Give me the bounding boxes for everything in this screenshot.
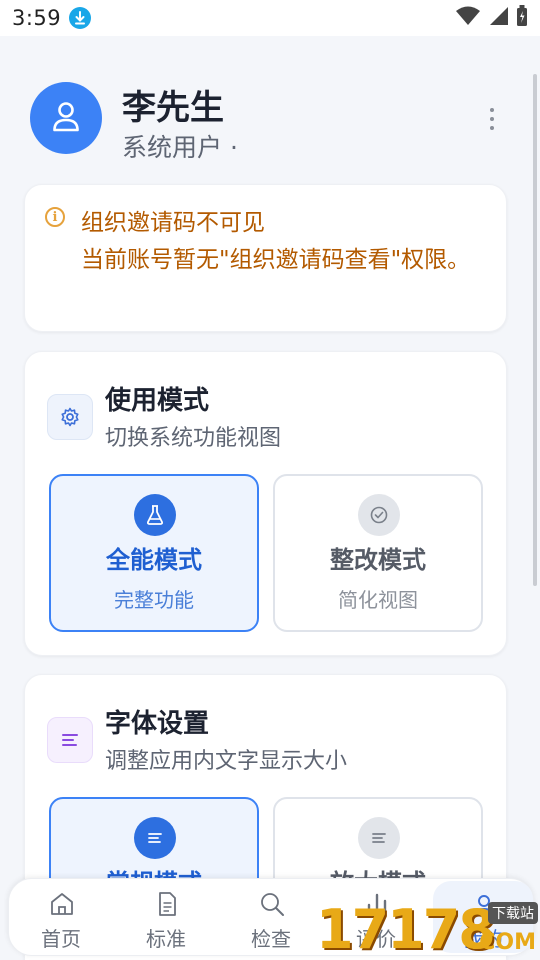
- more-vertical-icon[interactable]: [484, 104, 500, 134]
- text-lines-icon: [134, 817, 176, 859]
- check-circle-icon: [358, 494, 400, 536]
- text-lines-icon: [47, 717, 93, 763]
- notice-body: 当前账号暂无"组织邀请码查看"权限。: [81, 247, 471, 273]
- document-icon: [154, 891, 180, 917]
- nav-label: 标准: [146, 927, 186, 951]
- notice-title: 组织邀请码不可见: [81, 210, 265, 236]
- watermark: 17178 下载站 .COM: [316, 898, 540, 960]
- watermark-tag: 下载站: [488, 902, 538, 924]
- nav-item-standard[interactable]: 标准: [116, 879, 216, 957]
- option-title: 整改模式: [330, 546, 426, 574]
- flask-icon: [134, 494, 176, 536]
- nav-label: 检查: [251, 927, 291, 951]
- status-time: 3:59: [12, 6, 62, 30]
- wifi-icon: [456, 6, 480, 30]
- text-lines-icon: [358, 817, 400, 859]
- section-subtitle: 调整应用内文字显示大小: [105, 749, 348, 774]
- scrollbar[interactable]: [533, 74, 537, 586]
- status-bar: 3:59: [0, 0, 540, 36]
- profile-header: 李先生 系统用户 ·: [30, 82, 510, 162]
- user-name: 李先生: [122, 88, 224, 128]
- nav-item-check[interactable]: 检查: [221, 879, 321, 957]
- watermark-number: 17178: [316, 898, 496, 960]
- gear-icon: [47, 394, 93, 440]
- invite-code-notice: i 组织邀请码不可见 当前账号暂无"组织邀请码查看"权限。: [24, 184, 507, 332]
- option-subtitle: 完整功能: [114, 588, 194, 612]
- avatar[interactable]: [30, 82, 102, 154]
- user-role: 系统用户 ·: [122, 133, 238, 162]
- option-full-mode[interactable]: 全能模式 完整功能: [49, 474, 259, 632]
- content-area: 李先生 系统用户 · i 组织邀请码不可见 当前账号暂无"组织邀请码查看"权限。…: [0, 36, 540, 960]
- search-icon: [259, 891, 285, 917]
- nav-label: 首页: [41, 927, 81, 951]
- user-icon: [51, 100, 81, 136]
- watermark-suffix: .COM: [470, 930, 536, 955]
- signal-icon: [488, 6, 508, 30]
- option-title: 全能模式: [106, 546, 202, 574]
- section-title: 使用模式: [105, 386, 210, 416]
- battery-icon: [516, 5, 528, 31]
- download-badge-icon: [69, 7, 92, 29]
- option-rectify-mode[interactable]: 整改模式 简化视图: [273, 474, 483, 632]
- home-icon: [49, 891, 75, 917]
- info-icon: i: [45, 207, 65, 227]
- section-title: 字体设置: [105, 709, 210, 739]
- nav-item-home[interactable]: 首页: [11, 879, 111, 957]
- section-subtitle: 切换系统功能视图: [105, 426, 282, 451]
- option-subtitle: 简化视图: [338, 588, 418, 612]
- usage-mode-card: 使用模式 切换系统功能视图 全能模式 完整功能 整改模式 简化视图: [24, 351, 507, 656]
